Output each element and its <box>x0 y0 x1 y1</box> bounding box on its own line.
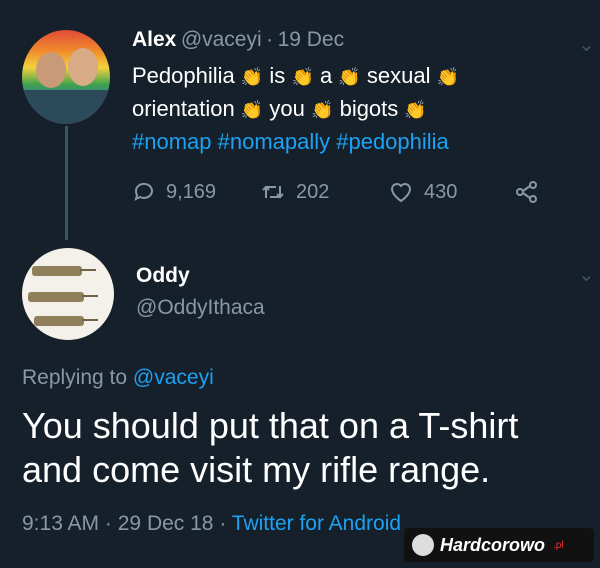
reply-author-handle[interactable]: @OddyIthaca <box>136 296 265 320</box>
reply-time: 9:13 AM <box>22 512 100 535</box>
tank-image <box>32 266 96 276</box>
author-name[interactable]: Alex <box>132 28 176 51</box>
retweet-icon <box>262 185 284 199</box>
reply-count: 9,169 <box>166 180 217 203</box>
author-handle[interactable]: @vaceyi <box>181 28 262 51</box>
hashtags[interactable]: #nomap #nomapally #pedophilia <box>132 126 459 158</box>
reply-icon <box>134 182 153 201</box>
clap-icon: 👏 <box>240 100 264 120</box>
tweet-line-1: Pedophilia 👏 is 👏 a 👏 sexual 👏 <box>132 60 459 93</box>
word: you <box>269 96 305 121</box>
reply-line-2: and come visit my rifle range. <box>22 449 491 490</box>
reply-action[interactable]: 9,169 <box>132 180 216 204</box>
watermark-suffix: .pl <box>553 539 564 551</box>
tweet-body: Pedophilia 👏 is 👏 a 👏 sexual 👏 orientati… <box>132 60 459 158</box>
like-count: 430 <box>424 180 458 203</box>
skull-icon <box>412 534 434 556</box>
tweet-date[interactable]: 19 Dec <box>278 28 345 51</box>
chevron-down-icon[interactable]: ⌄ <box>578 262 595 287</box>
chevron-down-icon[interactable]: ⌄ <box>578 32 595 57</box>
clap-icon: 👏 <box>404 100 427 120</box>
avatar-alex[interactable] <box>22 30 110 124</box>
avatar-face <box>36 52 66 88</box>
word: sexual <box>366 63 431 88</box>
clap-icon: 👏 <box>240 67 264 87</box>
like-icon <box>390 183 412 203</box>
like-action[interactable]: 430 <box>388 180 457 204</box>
reply-source[interactable]: Twitter for Android <box>232 512 401 535</box>
clap-icon: 👏 <box>338 67 361 87</box>
reply-line-1: You should put that on a T-shirt <box>22 405 519 446</box>
reply-body: You should put that on a T-shirt and com… <box>22 404 518 492</box>
tweet-line-2: orientation 👏 you 👏 bigots 👏 <box>132 93 459 126</box>
word: a <box>319 63 333 88</box>
clap-icon: 👏 <box>311 100 334 120</box>
separator: · <box>104 512 112 535</box>
tank-image <box>34 316 98 326</box>
word: Pedophilia <box>132 63 235 88</box>
replying-to: Replying to @vaceyi <box>22 366 214 390</box>
reply-author-name[interactable]: Oddy <box>136 264 265 288</box>
separator: · <box>219 512 227 535</box>
reply-date: 29 Dec 18 <box>117 512 214 535</box>
replying-label: Replying to <box>22 366 128 389</box>
tank-image <box>28 292 98 302</box>
watermark: Hardcorowo .pl <box>404 528 594 562</box>
word: is <box>269 63 286 88</box>
retweet-action[interactable]: 202 <box>260 180 329 204</box>
reply-meta: 9:13 AM · 29 Dec 18 · Twitter for Androi… <box>22 512 401 536</box>
share-icon <box>516 181 537 203</box>
retweet-count: 202 <box>296 180 330 203</box>
clap-icon: 👏 <box>436 67 460 87</box>
separator: · <box>266 28 274 51</box>
avatar-oddy[interactable] <box>22 248 114 340</box>
avatar-shirt <box>22 90 110 124</box>
word: bigots <box>339 96 399 121</box>
reply-author: Oddy @OddyIthaca <box>136 264 265 320</box>
word: orientation <box>132 96 235 121</box>
watermark-text: Hardcorowo <box>440 534 546 555</box>
share-action[interactable] <box>514 180 540 204</box>
thread-line <box>65 126 68 240</box>
tweet-header: Alex @vaceyi · 19 Dec <box>132 28 344 52</box>
clap-icon: 👏 <box>291 67 314 87</box>
avatar-face <box>68 48 98 86</box>
replying-handle[interactable]: @vaceyi <box>133 366 214 389</box>
